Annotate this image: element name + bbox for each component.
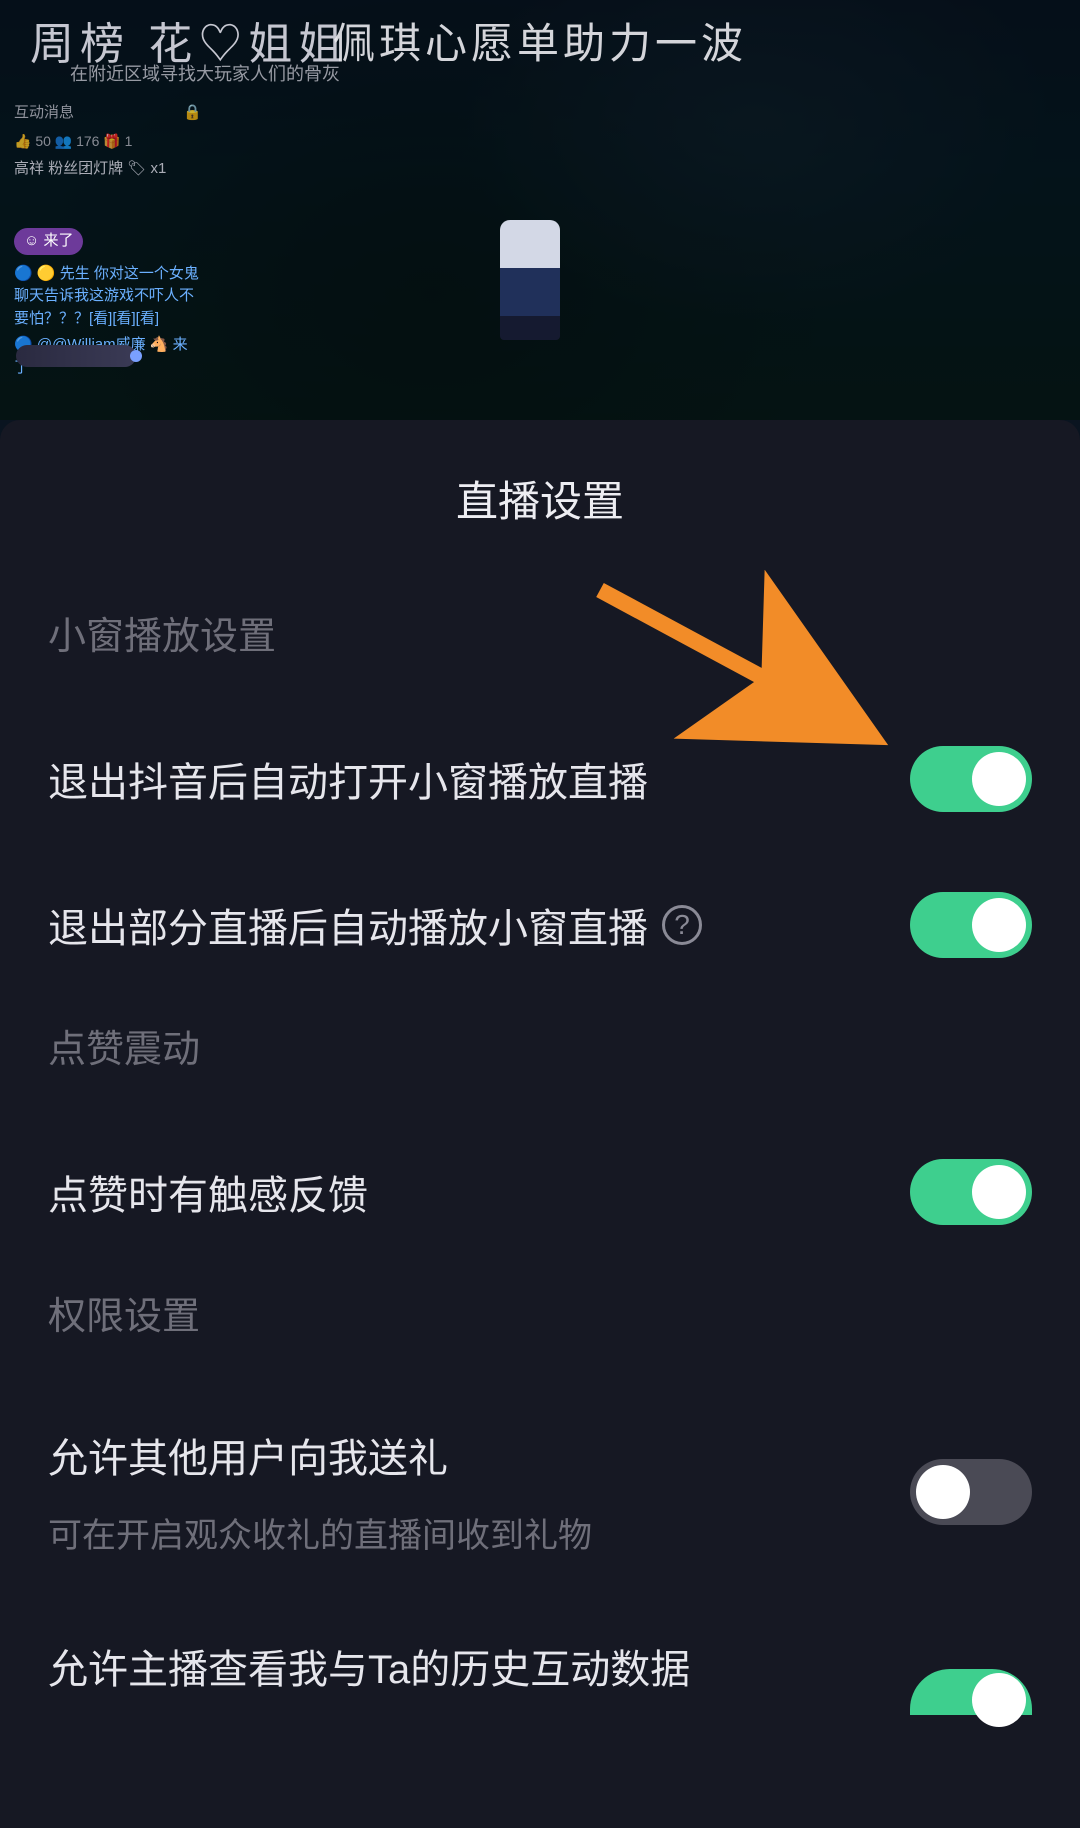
row-history-data[interactable]: 允许主播查看我与Ta的历史互动数据 [0, 1597, 1080, 1705]
chat-header-label: 互动消息 [14, 102, 74, 125]
lock-icon: 🔒 [183, 102, 202, 125]
entry-pill: ☺ 来了 [14, 228, 83, 255]
toggle-history-data[interactable] [910, 1669, 1032, 1715]
row-haptic-label: 点赞时有触感反馈 [48, 1163, 368, 1221]
sheet-title: 直播设置 [0, 420, 1080, 585]
row-exit-live-pip[interactable]: 退出部分直播后自动播放小窗直播 ? [0, 852, 1080, 998]
live-settings-sheet: 直播设置 小窗播放设置 退出抖音后自动打开小窗播放直播 退出部分直播后自动播放小… [0, 420, 1080, 1828]
row-exit-app-pip-label: 退出抖音后自动打开小窗播放直播 [48, 750, 648, 808]
chat-line-msg: 🔵 🟡 先生 你对这一个女鬼聊天告诉我这游戏不吓人不要怕？？？[看][看][看] [8, 261, 208, 333]
ufo-graphic [16, 345, 136, 367]
section-permissions: 权限设置 [0, 1265, 1080, 1386]
row-history-data-label: 允许主播查看我与Ta的历史互动数据 [48, 1637, 690, 1695]
toggle-allow-gifts[interactable] [910, 1459, 1032, 1525]
game-character [500, 220, 560, 340]
toggle-haptic[interactable] [910, 1159, 1032, 1225]
toggle-exit-live-pip[interactable] [910, 892, 1032, 958]
section-like-vibration: 点赞震动 [0, 998, 1080, 1119]
row-allow-gifts-sub: 可在开启观众收礼的直播间收到礼物 [48, 1508, 592, 1557]
chat-header: 互动消息 🔒 [8, 100, 208, 127]
section-mini-window: 小窗播放设置 [0, 585, 1080, 706]
chat-panel: 互动消息 🔒 👍 50 👥 176 🎁 1 高祥 粉丝团灯牌 🏷 x1 ☺ 来了… [8, 100, 208, 381]
row-haptic[interactable]: 点赞时有触感反馈 [0, 1119, 1080, 1265]
chat-stats: 👍 50 👥 176 🎁 1 [8, 127, 208, 156]
help-icon[interactable]: ? [662, 905, 702, 945]
wish-banner: 佩琪心愿单助力一波 [0, 10, 1080, 71]
row-exit-live-pip-label: 退出部分直播后自动播放小窗直播 ? [48, 896, 702, 954]
row-allow-gifts-label: 允许其他用户向我送礼 [48, 1426, 592, 1484]
row-exit-app-pip[interactable]: 退出抖音后自动打开小窗播放直播 [0, 706, 1080, 852]
toggle-exit-app-pip[interactable] [910, 746, 1032, 812]
live-stream-background: 周榜 花♡姐姐 在附近区域寻找大玩家人们的骨灰 佩琪心愿单助力一波 互动消息 🔒… [0, 0, 1080, 420]
chat-line-fan: 高祥 粉丝团灯牌 🏷 x1 [8, 156, 208, 183]
row-allow-gifts[interactable]: 允许其他用户向我送礼 可在开启观众收礼的直播间收到礼物 [0, 1386, 1080, 1597]
